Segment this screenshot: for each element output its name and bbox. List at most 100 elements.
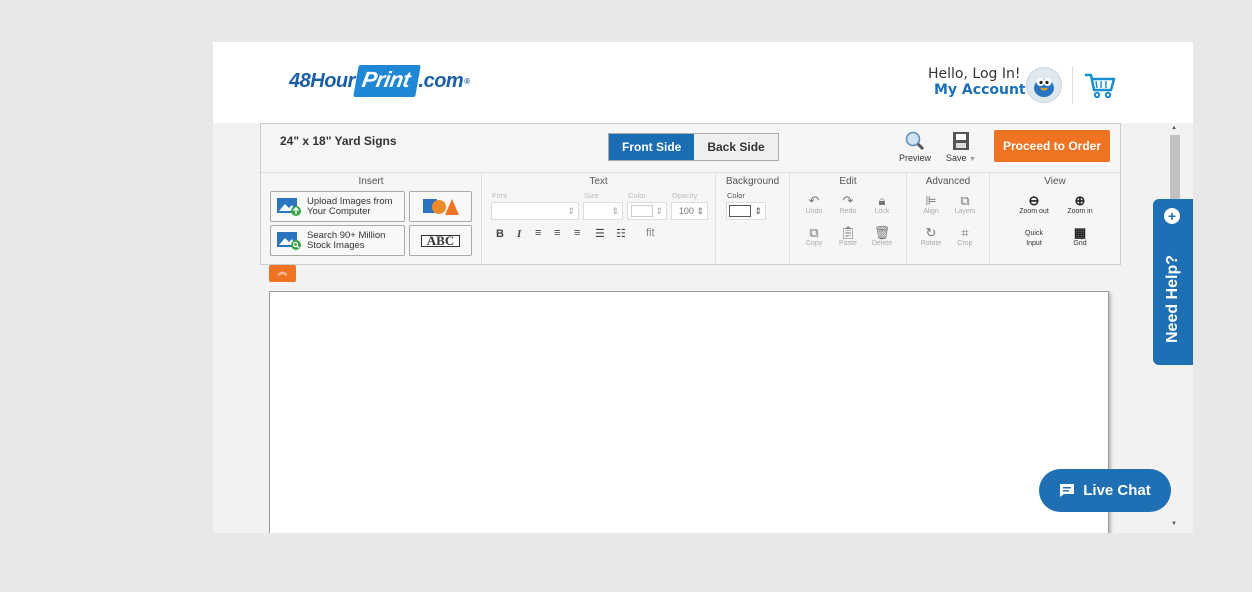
opacity-select[interactable]: 100 ⇕ — [671, 202, 708, 220]
grid-icon: ▦ — [1073, 225, 1087, 240]
editor-toolbar: 24" x 18" Yard Signs Front Side Back Sid… — [260, 123, 1121, 265]
designer-area: 24" x 18" Yard Signs Front Side Back Sid… — [213, 123, 1193, 533]
header-divider — [1072, 66, 1073, 104]
chevron-down-icon: ▼ — [969, 156, 976, 163]
rotate-icon: ↻ — [925, 225, 937, 240]
greeting-text[interactable]: Hello, Log In! — [928, 66, 1026, 82]
plus-icon: + — [1164, 208, 1180, 224]
advanced-group: Advanced ⊫ Align ⧉ Layers ↻ Rotate ⌗ Crop — [907, 173, 990, 264]
updown-icon: ⇕ — [611, 205, 619, 216]
save-label: Save — [946, 153, 967, 163]
cart-icon[interactable] — [1083, 72, 1117, 100]
bg-color-label: Color — [727, 191, 745, 200]
bold-button[interactable]: B — [496, 228, 504, 240]
numbered-list-icon[interactable]: ☷ — [616, 227, 626, 240]
avatar[interactable] — [1026, 67, 1062, 103]
zoom-in-button[interactable]: ⊕ Zoom in — [1060, 193, 1100, 215]
lock-button[interactable]: 🔒︎ Lock — [867, 193, 897, 215]
layers-button[interactable]: ⧉ Layers — [950, 193, 980, 215]
scroll-down-icon[interactable]: ▼ — [1171, 521, 1177, 527]
insert-group: Insert Upload Images from Your Computer S… — [261, 173, 482, 264]
design-canvas[interactable] — [269, 291, 1109, 533]
bullet-list-icon[interactable]: ☰ — [595, 227, 605, 240]
size-label: Size — [584, 191, 599, 200]
stock-images-button[interactable]: Search 90+ Million Stock Images — [270, 225, 405, 256]
need-help-label: Need Help? — [1164, 254, 1181, 344]
grid-button[interactable]: ▦ Grid — [1060, 225, 1100, 247]
collapse-toolbar-button[interactable]: ︽ — [269, 265, 296, 282]
copy-button[interactable]: ⧉ Copy — [799, 225, 829, 247]
font-label: Font — [492, 191, 508, 200]
opacity-value: 100 — [678, 206, 694, 216]
need-help-tab[interactable]: + Need Help? — [1153, 199, 1193, 365]
fit-button[interactable]: fit — [646, 227, 655, 239]
background-group-title: Background — [725, 176, 780, 187]
layers-label: Layers — [954, 208, 976, 215]
text-color-picker[interactable]: ⇕ — [627, 202, 667, 220]
stock-line1: Search 90+ Million — [307, 229, 386, 241]
zoom-out-button[interactable]: ⊖ Zoom out — [1014, 193, 1054, 215]
zoom-in-label: Zoom in — [1067, 208, 1093, 215]
redo-button[interactable]: ↷ Redo — [833, 193, 863, 215]
insert-group-title: Insert — [358, 176, 384, 187]
magnifier-icon — [905, 131, 925, 151]
undo-icon: ↶ — [808, 193, 820, 208]
live-chat-label: Live Chat — [1083, 482, 1151, 499]
site-logo[interactable]: 48Hour Print .com ® — [289, 58, 470, 104]
copy-label: Copy — [805, 240, 823, 247]
delete-button[interactable]: 🗑︎ Delete — [867, 225, 897, 247]
back-side-tab[interactable]: Back Side — [694, 134, 778, 160]
align-button[interactable]: ⊫ Align — [916, 193, 946, 215]
italic-button[interactable]: I — [517, 228, 521, 240]
background-color-picker[interactable]: ⇕ — [726, 202, 766, 220]
scroll-up-icon[interactable]: ▲ — [1171, 125, 1177, 131]
updown-icon: ⇕ — [696, 205, 704, 216]
align-center-icon[interactable]: ≡ — [554, 227, 560, 239]
preview-label: Preview — [898, 153, 931, 163]
live-chat-button[interactable]: Live Chat — [1039, 469, 1171, 512]
updown-icon: ⇕ — [567, 205, 575, 216]
proceed-to-order-button[interactable]: Proceed to Order — [994, 130, 1110, 162]
page-frame: 48Hour Print .com ® Hello, Log In! My Accou… — [213, 42, 1193, 533]
shapes-button[interactable] — [409, 191, 472, 222]
front-side-tab[interactable]: Front Side — [609, 134, 695, 160]
color-label: Color — [628, 191, 646, 200]
size-select[interactable]: ⇕ — [583, 202, 623, 220]
undo-button[interactable]: ↶ Undo — [799, 193, 829, 215]
upload-images-button[interactable]: Upload Images from Your Computer — [270, 191, 405, 222]
crop-icon: ⌗ — [961, 225, 969, 240]
lock-icon: 🔒︎ — [878, 193, 886, 208]
zoom-in-icon: ⊕ — [1074, 193, 1086, 208]
align-left-icon[interactable]: ≡ — [535, 227, 541, 239]
align-right-icon[interactable]: ≡ — [574, 227, 580, 239]
logo-registered: ® — [464, 76, 470, 86]
save-button[interactable]: Save ▼ — [944, 131, 978, 163]
upload-image-icon — [277, 197, 301, 216]
stock-image-icon — [277, 231, 301, 250]
view-group: View ⊖ Zoom out ⊕ Zoom in Quick Input ▦ Gri… — [990, 173, 1120, 264]
preview-button[interactable]: Preview — [898, 131, 932, 163]
trash-icon: 🗑︎ — [873, 225, 891, 240]
logo-text-3: .com — [418, 69, 464, 92]
zoom-out-label: Zoom out — [1019, 208, 1049, 215]
crop-button[interactable]: ⌗ Crop — [950, 225, 980, 247]
paste-label: Paste — [839, 240, 857, 247]
redo-icon: ↷ — [842, 193, 854, 208]
align-label: Align — [923, 208, 939, 215]
tool-groups: Insert Upload Images from Your Computer S… — [261, 172, 1120, 264]
product-title: 24" x 18" Yard Signs — [280, 134, 397, 148]
edit-group: Edit ↶ Undo ↷ Redo 🔒︎ Lock ⧉ Copy 📋︎ Paste 🗑︎… — [790, 173, 907, 264]
delete-label: Delete — [871, 240, 893, 247]
paste-button[interactable]: 📋︎ Paste — [833, 225, 863, 247]
my-account-link[interactable]: My Account — [934, 82, 1026, 98]
floppy-icon — [953, 132, 969, 150]
add-text-button[interactable]: ABC — [409, 225, 472, 256]
quick-input-button[interactable]: Quick Input — [1014, 229, 1054, 249]
upload-line1: Upload Images from — [307, 195, 393, 207]
lock-label: Lock — [874, 208, 890, 215]
updown-icon: ⇕ — [655, 205, 663, 216]
updown-icon: ⇕ — [754, 205, 762, 216]
logo-text-1: 48Hour — [289, 69, 355, 92]
font-select[interactable]: ⇕ — [491, 202, 579, 220]
rotate-button[interactable]: ↻ Rotate — [916, 225, 946, 247]
